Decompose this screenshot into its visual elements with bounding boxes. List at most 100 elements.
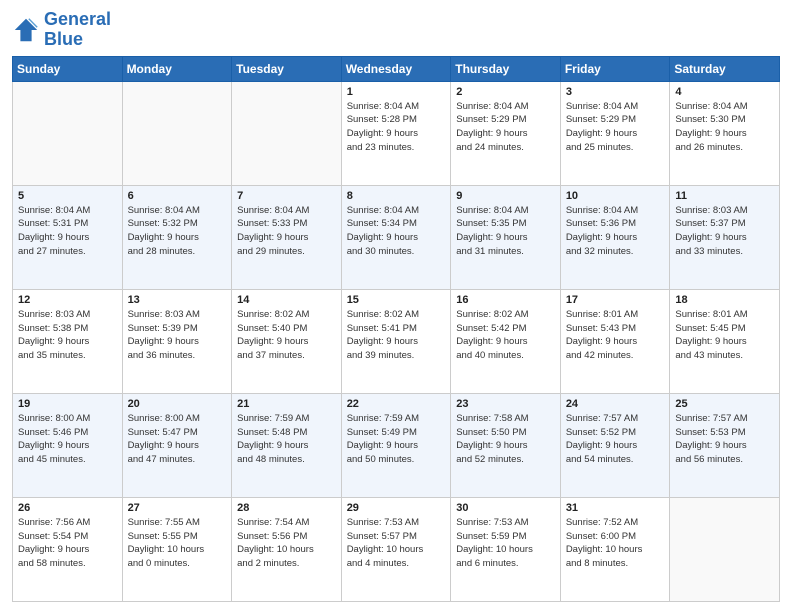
day-number: 2: [456, 86, 555, 98]
logo-icon: [12, 16, 40, 44]
calendar-week-3: 12 Sunrise: 8:03 AM Sunset: 5:38 PM Dayli…: [13, 289, 780, 393]
calendar-cell: 17 Sunrise: 8:01 AM Sunset: 5:43 PM Dayli…: [560, 289, 670, 393]
day-info: Sunrise: 8:04 AM Sunset: 5:31 PM Dayligh…: [18, 204, 117, 259]
day-number: 17: [566, 294, 665, 306]
calendar-cell: 28 Sunrise: 7:54 AM Sunset: 5:56 PM Dayli…: [232, 497, 342, 601]
calendar-cell: 10 Sunrise: 8:04 AM Sunset: 5:36 PM Dayli…: [560, 185, 670, 289]
calendar-week-5: 26 Sunrise: 7:56 AM Sunset: 5:54 PM Dayli…: [13, 497, 780, 601]
day-info: Sunrise: 8:03 AM Sunset: 5:39 PM Dayligh…: [128, 308, 227, 363]
day-info: Sunrise: 7:53 AM Sunset: 5:59 PM Dayligh…: [456, 516, 555, 571]
day-number: 3: [566, 86, 665, 98]
day-number: 14: [237, 294, 336, 306]
day-info: Sunrise: 8:03 AM Sunset: 5:38 PM Dayligh…: [18, 308, 117, 363]
calendar-week-1: 1 Sunrise: 8:04 AM Sunset: 5:28 PM Daylig…: [13, 81, 780, 185]
day-info: Sunrise: 7:59 AM Sunset: 5:48 PM Dayligh…: [237, 412, 336, 467]
calendar-table: SundayMondayTuesdayWednesdayThursdayFrid…: [12, 56, 780, 602]
calendar-cell: 5 Sunrise: 8:04 AM Sunset: 5:31 PM Daylig…: [13, 185, 123, 289]
day-info: Sunrise: 7:56 AM Sunset: 5:54 PM Dayligh…: [18, 516, 117, 571]
day-number: 11: [675, 190, 774, 202]
day-number: 13: [128, 294, 227, 306]
calendar-cell: 4 Sunrise: 8:04 AM Sunset: 5:30 PM Daylig…: [670, 81, 780, 185]
calendar-week-4: 19Sunrise: 8:00 AM Sunset: 5:46 PM Dayli…: [13, 393, 780, 497]
calendar-cell: 14 Sunrise: 8:02 AM Sunset: 5:40 PM Dayli…: [232, 289, 342, 393]
calendar-cell: 26 Sunrise: 7:56 AM Sunset: 5:54 PM Dayli…: [13, 497, 123, 601]
calendar-cell: 8 Sunrise: 8:04 AM Sunset: 5:34 PM Daylig…: [341, 185, 451, 289]
calendar-cell: 12 Sunrise: 8:03 AM Sunset: 5:38 PM Dayli…: [13, 289, 123, 393]
day-number: 16: [456, 294, 555, 306]
day-number: 18: [675, 294, 774, 306]
calendar-cell: 9 Sunrise: 8:04 AM Sunset: 5:35 PM Daylig…: [451, 185, 561, 289]
header: General Blue: [12, 10, 780, 50]
day-number: 12: [18, 294, 117, 306]
day-number: 20: [128, 398, 227, 410]
calendar-cell: [122, 81, 232, 185]
calendar-cell: 11 Sunrise: 8:03 AM Sunset: 5:37 PM Dayli…: [670, 185, 780, 289]
calendar-cell: 31 Sunrise: 7:52 AM Sunset: 6:00 PM Dayli…: [560, 497, 670, 601]
calendar-week-2: 5 Sunrise: 8:04 AM Sunset: 5:31 PM Daylig…: [13, 185, 780, 289]
day-info: Sunrise: 7:55 AM Sunset: 5:55 PM Dayligh…: [128, 516, 227, 571]
day-info: Sunrise: 7:58 AM Sunset: 5:50 PM Dayligh…: [456, 412, 555, 467]
calendar-cell: 2 Sunrise: 8:04 AM Sunset: 5:29 PM Daylig…: [451, 81, 561, 185]
day-info: Sunrise: 8:04 AM Sunset: 5:36 PM Dayligh…: [566, 204, 665, 259]
day-number: 23: [456, 398, 555, 410]
day-number: 8: [347, 190, 446, 202]
calendar-cell: 6 Sunrise: 8:04 AM Sunset: 5:32 PM Daylig…: [122, 185, 232, 289]
day-info: Sunrise: 8:04 AM Sunset: 5:29 PM Dayligh…: [456, 100, 555, 155]
day-number: 4: [675, 86, 774, 98]
day-number: 25: [675, 398, 774, 410]
day-header-tuesday: Tuesday: [232, 56, 342, 81]
calendar-cell: 20 Sunrise: 8:00 AM Sunset: 5:47 PM Dayli…: [122, 393, 232, 497]
day-info: Sunrise: 7:52 AM Sunset: 6:00 PM Dayligh…: [566, 516, 665, 571]
calendar-cell: 29Sunrise: 7:53 AM Sunset: 5:57 PM Dayli…: [341, 497, 451, 601]
day-info: Sunrise: 7:59 AM Sunset: 5:49 PM Dayligh…: [347, 412, 446, 467]
day-number: 22: [347, 398, 446, 410]
day-number: 27: [128, 502, 227, 514]
day-number: 10: [566, 190, 665, 202]
day-info: Sunrise: 8:02 AM Sunset: 5:42 PM Dayligh…: [456, 308, 555, 363]
day-number: 29: [347, 502, 446, 514]
day-number: 24: [566, 398, 665, 410]
day-info: Sunrise: 8:04 AM Sunset: 5:28 PM Dayligh…: [347, 100, 446, 155]
day-info: Sunrise: 8:04 AM Sunset: 5:34 PM Dayligh…: [347, 204, 446, 259]
day-number: 1: [347, 86, 446, 98]
day-info: Sunrise: 8:01 AM Sunset: 5:45 PM Dayligh…: [675, 308, 774, 363]
day-info: Sunrise: 8:00 AM Sunset: 5:46 PM Dayligh…: [18, 412, 117, 467]
calendar-cell: [13, 81, 123, 185]
day-number: 30: [456, 502, 555, 514]
calendar-cell: 13 Sunrise: 8:03 AM Sunset: 5:39 PM Dayli…: [122, 289, 232, 393]
calendar-cell: 22 Sunrise: 7:59 AM Sunset: 5:49 PM Dayli…: [341, 393, 451, 497]
day-number: 28: [237, 502, 336, 514]
calendar-cell: 15 Sunrise: 8:02 AM Sunset: 5:41 PM Dayli…: [341, 289, 451, 393]
day-info: Sunrise: 8:02 AM Sunset: 5:41 PM Dayligh…: [347, 308, 446, 363]
calendar-cell: 24Sunrise: 7:57 AM Sunset: 5:52 PM Dayli…: [560, 393, 670, 497]
day-number: 15: [347, 294, 446, 306]
calendar-cell: 25 Sunrise: 7:57 AM Sunset: 5:53 PM Dayli…: [670, 393, 780, 497]
day-info: Sunrise: 8:01 AM Sunset: 5:43 PM Dayligh…: [566, 308, 665, 363]
day-info: Sunrise: 8:04 AM Sunset: 5:30 PM Dayligh…: [675, 100, 774, 155]
calendar-cell: [670, 497, 780, 601]
day-info: Sunrise: 7:54 AM Sunset: 5:56 PM Dayligh…: [237, 516, 336, 571]
day-info: Sunrise: 7:57 AM Sunset: 5:53 PM Dayligh…: [675, 412, 774, 467]
day-info: Sunrise: 8:04 AM Sunset: 5:29 PM Dayligh…: [566, 100, 665, 155]
day-number: 6: [128, 190, 227, 202]
calendar-cell: 23 Sunrise: 7:58 AM Sunset: 5:50 PM Dayli…: [451, 393, 561, 497]
day-info: Sunrise: 8:04 AM Sunset: 5:32 PM Dayligh…: [128, 204, 227, 259]
day-header-sunday: Sunday: [13, 56, 123, 81]
calendar-cell: 18 Sunrise: 8:01 AM Sunset: 5:45 PM Dayli…: [670, 289, 780, 393]
day-info: Sunrise: 8:03 AM Sunset: 5:37 PM Dayligh…: [675, 204, 774, 259]
day-info: Sunrise: 8:04 AM Sunset: 5:35 PM Dayligh…: [456, 204, 555, 259]
day-number: 31: [566, 502, 665, 514]
day-number: 26: [18, 502, 117, 514]
day-info: Sunrise: 8:00 AM Sunset: 5:47 PM Dayligh…: [128, 412, 227, 467]
calendar-cell: 7Sunrise: 8:04 AM Sunset: 5:33 PM Daylig…: [232, 185, 342, 289]
day-header-friday: Friday: [560, 56, 670, 81]
day-number: 9: [456, 190, 555, 202]
calendar-cell: 19Sunrise: 8:00 AM Sunset: 5:46 PM Dayli…: [13, 393, 123, 497]
calendar-header-row: SundayMondayTuesdayWednesdayThursdayFrid…: [13, 56, 780, 81]
day-info: Sunrise: 8:04 AM Sunset: 5:33 PM Dayligh…: [237, 204, 336, 259]
calendar-cell: [232, 81, 342, 185]
day-number: 5: [18, 190, 117, 202]
logo-text: General Blue: [44, 10, 111, 50]
day-number: 21: [237, 398, 336, 410]
day-info: Sunrise: 8:02 AM Sunset: 5:40 PM Dayligh…: [237, 308, 336, 363]
